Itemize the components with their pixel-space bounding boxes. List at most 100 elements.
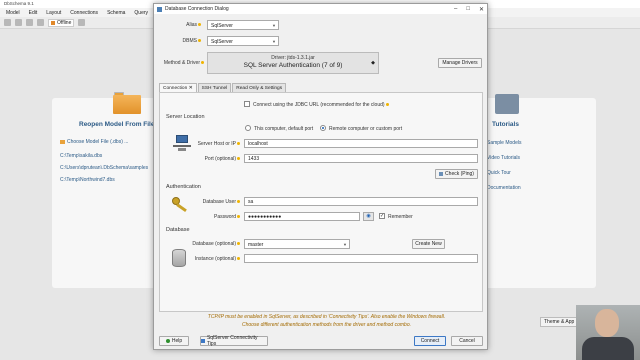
instance-input[interactable] [244,254,478,263]
port-input[interactable]: 1433 [244,154,478,163]
dbms-value: SqlServer [211,39,233,45]
host-label: Server Host or IP [197,141,236,147]
minimize-icon[interactable]: – [454,6,457,13]
connection-tab-panel: Connect using the JDBC URL (recommended … [159,92,483,312]
tips-icon [201,339,205,343]
show-password-icon[interactable]: ◉ [363,212,374,221]
database-user-label: Database User [202,199,236,205]
check-ping-button[interactable]: Check (Ping) [435,169,478,179]
alias-field[interactable]: SqlServer ▼ [207,20,279,30]
recent-file-link[interactable]: C:\Users\dprutean\.DbSchema\samples [60,165,148,171]
required-icon [198,23,201,27]
note-line-1: TCP/IP must be enabled in SqlServer, as … [207,314,446,320]
required-icon [237,157,240,161]
method-driver-label: Method & Driver [163,60,200,66]
menu-query[interactable]: Query [134,10,148,16]
menu-connections[interactable]: Connections [70,10,98,16]
required-icon [237,215,240,219]
connectivity-tips-button[interactable]: SqlServer Connectivity Tips [200,335,268,347]
menu-edit[interactable]: Edit [29,10,38,16]
close-icon[interactable]: ✕ [189,86,193,91]
help-icon [165,339,170,343]
password-input[interactable]: ●●●●●●●●●●● [244,212,360,221]
new-model-icon[interactable] [4,19,11,26]
tips-label: SqlServer Connectivity Tips [206,335,258,347]
database-value: master [248,242,264,248]
alias-value: SqlServer [211,23,233,29]
connection-note: TCP/IP must be enabled in SqlServer, as … [194,314,459,329]
database-select[interactable]: master ▼ [244,239,350,249]
webcam-overlay [576,305,640,360]
required-icon [237,257,240,261]
folder-small-icon [60,140,65,144]
app-icon [157,6,162,12]
choose-model-link[interactable]: Choose Model File (.dbs) ... [60,139,128,145]
dialog-titlebar: Database Connection Dialog – □ ✕ [154,4,487,14]
choose-model-label: Choose Model File (.dbs) ... [67,139,129,145]
dbms-label: DBMS [182,38,197,44]
password-label: Password [214,214,236,220]
radio-local-label: This computer, default port [254,126,314,132]
folder-icon [113,92,141,114]
help-label: Help [171,338,183,344]
connect-icon[interactable] [37,19,44,26]
required-icon [198,39,201,43]
remember-checkbox[interactable]: ✓ [379,213,385,219]
chevron-down-icon: ▼ [272,23,276,28]
database-user-input[interactable]: sa [244,197,478,206]
connect-button[interactable]: Connect [414,336,446,346]
tool-icon[interactable] [78,19,86,26]
help-button[interactable]: Help [159,336,189,346]
menu-schema[interactable]: Schema [107,10,125,16]
offline-label: Offline [57,19,72,26]
alias-label: Alias [186,22,197,28]
radio-remote-computer[interactable] [320,125,326,131]
required-icon [201,61,204,65]
connection-dialog: Database Connection Dialog – □ ✕ Alias S… [153,3,488,350]
authentication-heading: Authentication [166,184,201,190]
note-line-2: Choose different authentication methods … [242,321,411,328]
required-icon [237,242,240,246]
offline-dropdown[interactable]: Offline [48,18,75,27]
menu-layout[interactable]: Layout [46,10,61,16]
reopen-title: Reopen Model From File [79,121,155,128]
jdbc-url-label: Connect using the JDBC URL (recommended … [253,102,385,108]
tutorial-link-sample-models[interactable]: Sample Models [487,140,521,146]
jdbc-url-checkbox[interactable] [244,101,250,107]
required-icon [385,103,389,107]
server-location-heading: Server Location [166,114,205,120]
method-driver-select[interactable]: Driver: jtds-1.3.1.jar SQL Server Authen… [207,52,379,74]
recent-file-link[interactable]: C:\Temp\Northwind7.dbs [60,177,115,183]
ping-icon [439,172,444,176]
spinner-icon: ◆ [371,60,375,66]
recent-file-link[interactable]: C:\Temp\sakila.dbs [60,153,102,159]
dbms-select[interactable]: SqlServer ▼ [207,36,279,46]
tutorials-icon [495,94,519,114]
create-new-button[interactable]: Create New [412,239,445,249]
save-icon[interactable] [26,19,33,26]
chevron-down-icon: ▼ [343,242,347,247]
required-icon [237,200,240,204]
remember-label: Remember [388,214,413,220]
offline-icon [51,20,55,25]
menu-model[interactable]: Model [6,10,20,16]
manage-drivers-button[interactable]: Manage Drivers [438,58,482,68]
method-name: SQL Server Authentication (7 of 9) [243,62,343,69]
radio-local-computer[interactable] [245,125,251,131]
chevron-down-icon: ▼ [272,39,276,44]
host-input[interactable]: localhost [244,139,478,148]
database-label: Database (optional) [192,241,236,247]
maximize-icon[interactable]: □ [466,6,470,13]
close-icon[interactable]: ✕ [479,6,484,13]
instance-label: Instance (optional) [194,256,236,262]
radio-remote-label: Remote computer or custom port [329,126,403,132]
cancel-button[interactable]: Cancel [451,336,483,346]
tutorial-link-documentation[interactable]: Documentation [487,185,521,191]
tutorial-link-quick-tour[interactable]: Quick Tour [487,170,511,176]
tutorial-link-video[interactable]: Video Tutorials [487,155,520,161]
tab-connection-label: Connection [163,86,188,91]
dialog-title: Database Connection Dialog [165,6,229,12]
open-icon[interactable] [15,19,22,26]
required-icon [237,142,240,146]
database-heading: Database [166,227,190,233]
